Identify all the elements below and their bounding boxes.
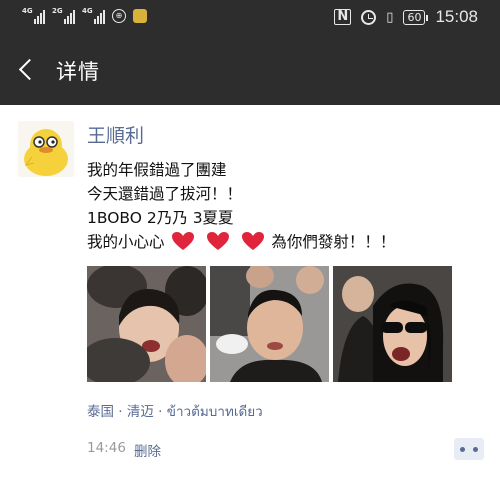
red-heart-icon <box>242 232 265 250</box>
network-type-label: 4G <box>22 7 33 15</box>
post-line-hearts: 我的小心心 為你們發射！！！ <box>87 230 395 254</box>
photo-2[interactable] <box>210 266 329 382</box>
photo-1[interactable] <box>87 266 206 382</box>
photo-2-image <box>210 266 329 382</box>
photo-3[interactable] <box>333 266 452 382</box>
alarm-icon <box>361 9 377 25</box>
photo-grid <box>87 266 452 382</box>
post-text: 我的年假錯過了團建 今天還錯過了拔河！！ 1BOBO 2乃乃 3夏夏 我的小心心… <box>87 158 395 254</box>
duck-avatar-icon <box>24 129 68 176</box>
status-left: 4G 2G 4G ⊕ <box>22 7 147 24</box>
signal-2g-icon: 2G <box>52 7 75 24</box>
signal-4g-icon: 4G <box>82 7 105 24</box>
photo-1-image <box>87 266 206 382</box>
location-link[interactable]: 泰国 · 清迈 · ข้าวต้มบาทเดียว <box>87 400 263 422</box>
vibrate-icon: ▯ <box>386 9 394 25</box>
red-heart-icon <box>207 232 230 250</box>
comment-dot-icon <box>460 447 465 452</box>
post-author[interactable]: 王順利 <box>87 121 144 148</box>
signal-4g-icon: 4G <box>22 7 45 24</box>
browser-icon: ⊕ <box>112 9 126 23</box>
back-arrow-icon <box>18 58 41 81</box>
back-button[interactable] <box>16 56 42 86</box>
post-line: 我的年假錯過了團建 <box>87 161 227 179</box>
post-line: 1BOBO 2乃乃 3夏夏 <box>87 209 234 227</box>
comment-button[interactable] <box>454 438 484 460</box>
post-line: 為你們發射！！！ <box>271 233 396 251</box>
page-title: 详情 <box>56 60 100 84</box>
network-type-label: 4G <box>82 7 93 15</box>
status-right: N ▯ 60 15:08 <box>334 7 478 27</box>
post-line: 今天還錯過了拔河！！ <box>87 185 243 203</box>
nav-bar: 详情 <box>0 38 500 105</box>
red-heart-icon <box>172 232 195 250</box>
app-notification-icon <box>133 9 147 23</box>
photo-3-image <box>333 266 452 382</box>
status-clock: 15:08 <box>435 7 478 26</box>
nfc-icon: N <box>334 9 352 25</box>
comment-dot-icon <box>473 447 478 452</box>
post-line: 我的小心心 <box>87 233 165 251</box>
status-bar: 4G 2G 4G ⊕ N ▯ 60 15:08 <box>0 0 500 38</box>
post-time: 14:46 <box>87 440 126 456</box>
delete-button[interactable]: 删除 <box>134 440 161 460</box>
battery-icon: 60 <box>403 9 429 25</box>
avatar[interactable] <box>18 121 74 177</box>
network-type-label: 2G <box>52 7 63 15</box>
